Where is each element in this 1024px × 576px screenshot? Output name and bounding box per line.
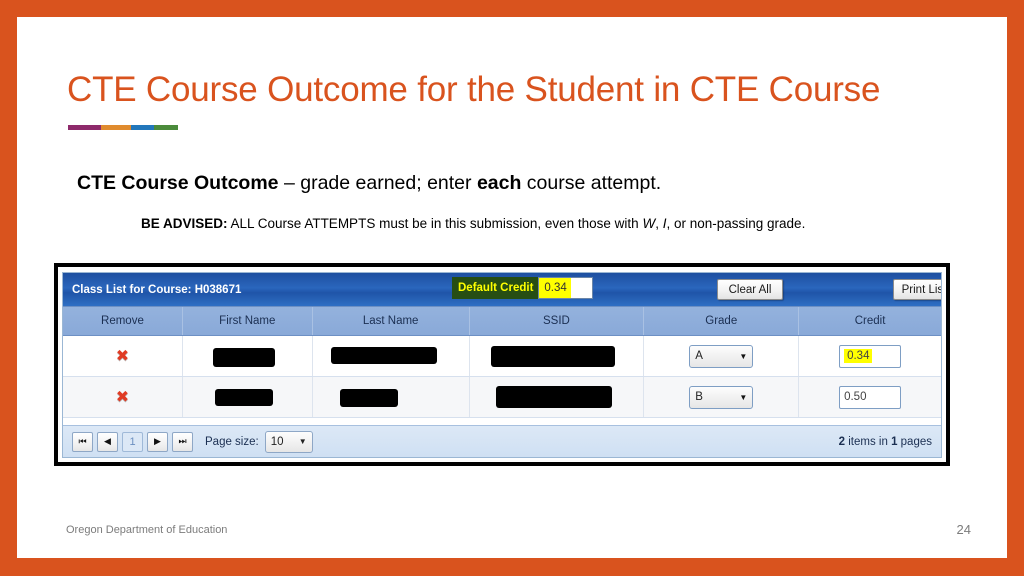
widget-title-bar: Class List for Course: H038671 Default C…: [63, 273, 941, 306]
rule-segment-blue: [130, 125, 154, 130]
rule-segment-orange: [101, 125, 131, 130]
redaction-block: [213, 348, 276, 367]
table-row: ✖ A ▼ 0.34: [63, 336, 941, 377]
class-list-widget-frame: Class List for Course: H038671 Default C…: [54, 263, 950, 466]
remove-cell[interactable]: ✖: [63, 336, 183, 376]
grade-select[interactable]: B ▼: [689, 385, 754, 409]
remove-x-icon[interactable]: ✖: [116, 389, 129, 405]
default-credit-input[interactable]: 0.34: [538, 277, 594, 299]
page-size-label: Page size:: [205, 435, 259, 448]
be-advised-part1: ALL Course ATTEMPTS must be in this subm…: [227, 216, 643, 231]
lead-tail-text: course attempt.: [521, 172, 662, 194]
grade-select-value: A: [695, 350, 703, 362]
default-credit-group: Default Credit 0.34: [452, 277, 594, 299]
be-advised-part2: , or non-passing grade.: [666, 216, 806, 231]
grade-code-w: W: [642, 216, 656, 231]
column-header-credit[interactable]: Credit: [799, 307, 941, 335]
rule-segment-purple: [68, 125, 101, 130]
print-list-button[interactable]: Print List: [893, 279, 941, 300]
next-page-button[interactable]: ▶: [147, 431, 168, 452]
lead-mid-text: – grade earned; enter: [278, 172, 477, 194]
items-word: items in: [845, 435, 892, 448]
footer-page-number: 24: [956, 522, 971, 537]
pages-word: pages: [897, 435, 932, 448]
column-header-remove[interactable]: Remove: [63, 307, 183, 335]
redaction-block: [496, 386, 613, 408]
table-row: ✖ B ▼ 0.50: [63, 377, 941, 418]
first-name-cell: [183, 336, 313, 376]
credit-cell: 0.50: [799, 377, 941, 417]
page-title: CTE Course Outcome for the Student in CT…: [67, 70, 881, 109]
last-name-cell: [313, 336, 470, 376]
footer-organization: Oregon Department of Education: [66, 524, 228, 536]
grade-cell: B ▼: [644, 377, 800, 417]
page-size-value: 10: [270, 435, 284, 448]
grade-cell: A ▼: [644, 336, 800, 376]
ssid-cell: [470, 377, 645, 417]
last-page-button[interactable]: ⏭: [172, 431, 193, 452]
chevron-down-icon: ▼: [739, 351, 748, 361]
column-header-grade[interactable]: Grade: [644, 307, 800, 335]
table-header-row: Remove First Name Last Name SSID Grade C…: [63, 306, 941, 336]
title-accent-rule: [68, 125, 178, 130]
pagination-bar: ⏮ ◀ 1 ▶ ⏭ Page size: 10 ▼ 2 items in 1 p…: [63, 425, 941, 457]
first-page-button[interactable]: ⏮: [72, 431, 93, 452]
column-header-last-name[interactable]: Last Name: [313, 307, 470, 335]
clear-all-button[interactable]: Clear All: [717, 279, 783, 300]
slide-canvas: CTE Course Outcome for the Student in CT…: [17, 17, 1007, 558]
redaction-block: [215, 389, 274, 406]
redaction-block: [339, 389, 398, 407]
items-summary: 2 items in 1 pages: [839, 436, 932, 448]
redaction-block: [491, 346, 616, 367]
ssid-cell: [470, 336, 645, 376]
redaction-block: [330, 346, 437, 364]
remove-cell[interactable]: ✖: [63, 377, 183, 417]
credit-input[interactable]: 0.34: [839, 344, 902, 368]
first-name-cell: [183, 377, 313, 417]
table-body: ✖ A ▼ 0.34 ✖ B ▼ 0.50: [63, 336, 941, 425]
be-advised-comma: ,: [655, 216, 663, 231]
current-page-indicator[interactable]: 1: [122, 431, 143, 452]
remove-x-icon[interactable]: ✖: [116, 348, 129, 364]
column-header-first-name[interactable]: First Name: [183, 307, 313, 335]
chevron-down-icon: ▼: [298, 437, 307, 446]
credit-value: 0.50: [844, 391, 867, 403]
be-advised-note: BE ADVISED: ALL Course ATTEMPTS must be …: [141, 216, 1001, 231]
lead-paragraph: CTE Course Outcome – grade earned; enter…: [77, 172, 977, 195]
grade-select[interactable]: A ▼: [689, 344, 754, 368]
prev-page-button[interactable]: ◀: [97, 431, 118, 452]
credit-cell: 0.34: [799, 336, 941, 376]
rule-segment-green: [153, 125, 178, 130]
class-list-title: Class List for Course: H038671: [72, 283, 242, 296]
grade-select-value: B: [695, 391, 703, 403]
lead-bold-term: CTE Course Outcome: [77, 172, 279, 194]
last-name-cell: [313, 377, 470, 417]
be-advised-label: BE ADVISED:: [141, 216, 228, 231]
chevron-down-icon: ▼: [739, 392, 748, 402]
credit-input[interactable]: 0.50: [839, 385, 902, 409]
lead-bold-each: each: [476, 172, 522, 194]
page-size-select[interactable]: 10 ▼: [264, 430, 313, 453]
class-list-widget: Class List for Course: H038671 Default C…: [62, 272, 942, 458]
credit-value: 0.34: [844, 349, 873, 363]
default-credit-value: 0.34: [539, 278, 571, 298]
default-credit-label: Default Credit: [452, 277, 539, 299]
column-header-ssid[interactable]: SSID: [470, 307, 645, 335]
